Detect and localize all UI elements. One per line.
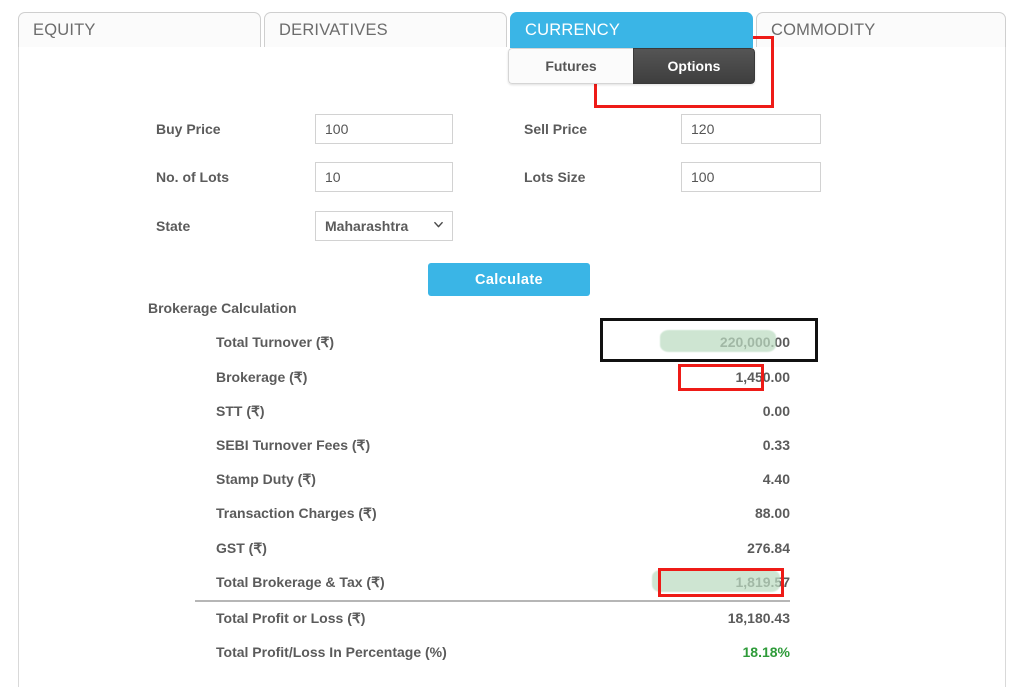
buy-price-input[interactable] bbox=[315, 114, 453, 144]
table-row: Stamp Duty (₹) 4.40 bbox=[216, 471, 790, 493]
state-label: State bbox=[156, 218, 190, 234]
table-row: STT (₹) 0.00 bbox=[216, 403, 790, 425]
calculate-button[interactable]: Calculate bbox=[428, 263, 590, 296]
tab-derivatives[interactable]: DERIVATIVES bbox=[264, 12, 507, 48]
table-row: SEBI Turnover Fees (₹) 0.33 bbox=[216, 437, 790, 459]
sell-price-label: Sell Price bbox=[524, 121, 587, 137]
row-value: 88.00 bbox=[755, 505, 790, 521]
no-of-lots-input[interactable] bbox=[315, 162, 453, 192]
row-value: 1,819.57 bbox=[736, 574, 791, 590]
row-label: Total Profit or Loss (₹) bbox=[216, 610, 365, 627]
table-row: Total Brokerage & Tax (₹) 1,819.57 bbox=[216, 574, 790, 596]
table-row: GST (₹) 276.84 bbox=[216, 540, 790, 562]
row-value: 1,450.00 bbox=[736, 369, 791, 385]
table-row: Total Profit or Loss (₹) 18,180.43 bbox=[216, 610, 790, 632]
state-select[interactable]: Maharashtra bbox=[315, 211, 453, 241]
subtab-options-label: Options bbox=[668, 58, 721, 74]
row-value: 276.84 bbox=[747, 540, 790, 556]
subtab-futures[interactable]: Futures bbox=[508, 48, 633, 84]
row-label: Stamp Duty (₹) bbox=[216, 471, 316, 488]
results-divider bbox=[195, 600, 790, 602]
row-value: 0.00 bbox=[763, 403, 790, 419]
row-label: Brokerage (₹) bbox=[216, 369, 307, 386]
subtab-futures-label: Futures bbox=[545, 58, 596, 74]
table-row: Transaction Charges (₹) 88.00 bbox=[216, 505, 790, 527]
lots-size-input[interactable] bbox=[681, 162, 821, 192]
row-label: Total Profit/Loss In Percentage (%) bbox=[216, 644, 447, 660]
sell-price-input[interactable] bbox=[681, 114, 821, 144]
table-row: Brokerage (₹) 1,450.00 bbox=[216, 369, 790, 391]
market-segment-tabs: COMMODITY EQUITY DERIVATIVES CURRENCY bbox=[0, 0, 1024, 48]
tab-commodity[interactable]: COMMODITY bbox=[756, 12, 1006, 48]
brokerage-calculator-page: COMMODITY EQUITY DERIVATIVES CURRENCY Fu… bbox=[0, 0, 1024, 687]
row-value: 4.40 bbox=[763, 471, 790, 487]
row-label: Total Brokerage & Tax (₹) bbox=[216, 574, 385, 591]
subtab-options[interactable]: Options bbox=[633, 48, 755, 84]
results-title: Brokerage Calculation bbox=[148, 300, 297, 316]
row-label: STT (₹) bbox=[216, 403, 265, 420]
row-label: Transaction Charges (₹) bbox=[216, 505, 377, 522]
tab-currency[interactable]: CURRENCY bbox=[510, 12, 753, 48]
instrument-subtabs: Futures Options bbox=[508, 48, 755, 84]
row-label: GST (₹) bbox=[216, 540, 267, 557]
table-row: Total Profit/Loss In Percentage (%) 18.1… bbox=[216, 644, 790, 666]
row-value: 0.33 bbox=[763, 437, 790, 453]
tab-derivatives-label: DERIVATIVES bbox=[279, 21, 388, 40]
row-value: 18,180.43 bbox=[728, 610, 790, 626]
table-row: Total Turnover (₹) 220,000.00 bbox=[216, 334, 790, 356]
row-label: SEBI Turnover Fees (₹) bbox=[216, 437, 370, 454]
state-select-wrapper: Maharashtra bbox=[315, 211, 453, 241]
row-value: 220,000.00 bbox=[720, 334, 790, 350]
row-value: 18.18% bbox=[743, 644, 790, 660]
tab-commodity-label: COMMODITY bbox=[771, 21, 875, 40]
buy-price-label: Buy Price bbox=[156, 121, 221, 137]
no-of-lots-label: No. of Lots bbox=[156, 169, 229, 185]
tab-equity-label: EQUITY bbox=[33, 21, 96, 40]
row-label: Total Turnover (₹) bbox=[216, 334, 334, 351]
lots-size-label: Lots Size bbox=[524, 169, 585, 185]
tab-equity[interactable]: EQUITY bbox=[18, 12, 261, 48]
tab-currency-label: CURRENCY bbox=[525, 21, 620, 40]
